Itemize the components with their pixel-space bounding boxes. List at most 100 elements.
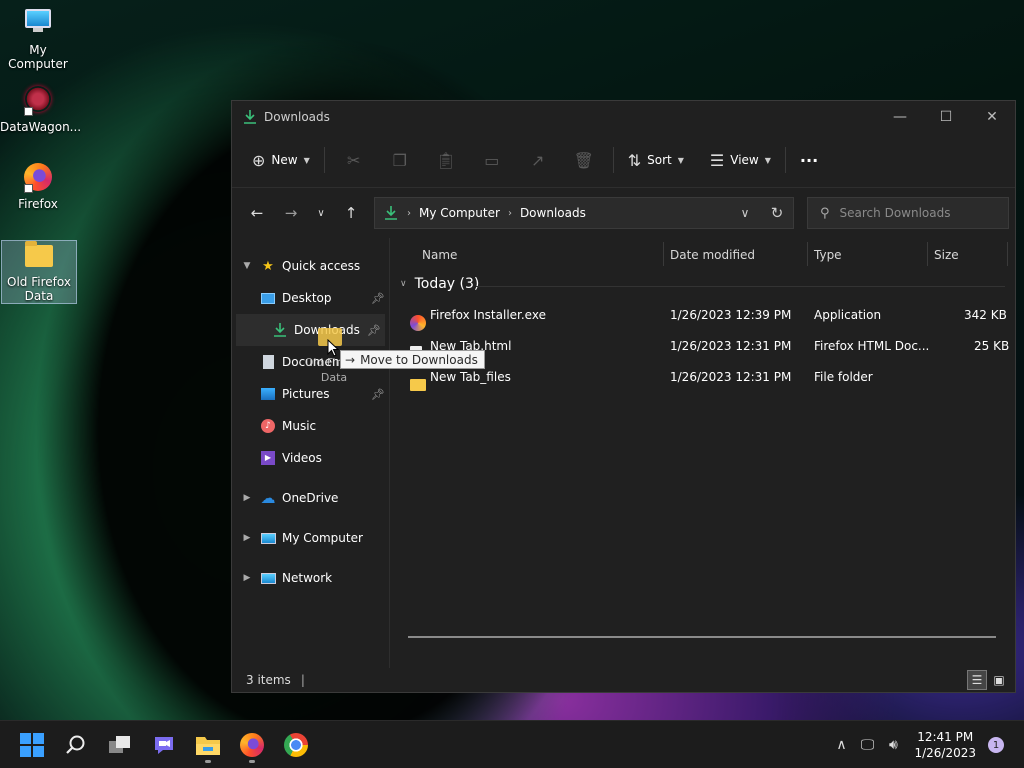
chevron-down-icon: ▼: [764, 155, 771, 165]
minimize-button[interactable]: —: [877, 101, 923, 133]
share-icon[interactable]: ↗: [515, 144, 561, 176]
maximize-button[interactable]: ☐: [923, 101, 969, 133]
desktop-icon-datawagon[interactable]: DataWagon...: [0, 84, 81, 134]
nav-label: Pictures: [282, 387, 330, 401]
running-indicator: [249, 759, 255, 763]
firefox-icon: [240, 732, 264, 757]
nav-label: Network: [282, 571, 333, 585]
clock[interactable]: 12:41 PM 1/26/2023: [914, 729, 976, 761]
file-explorer-taskbar-button[interactable]: [186, 725, 230, 765]
download-icon: [244, 110, 256, 124]
divider: [323, 147, 325, 173]
pin-icon: 📌︎: [371, 387, 385, 401]
desktop-icon: [260, 290, 276, 306]
drag-tooltip: → Move to Downloads: [340, 350, 485, 369]
column-type[interactable]: Type: [814, 248, 842, 262]
column-date[interactable]: Date modified: [670, 248, 755, 262]
notification-badge[interactable]: 1: [988, 737, 1004, 753]
refresh-icon[interactable]: ↻: [761, 204, 793, 222]
delete-icon[interactable]: 🗑︎: [561, 144, 607, 176]
chevron-right-icon[interactable]: ▶: [240, 493, 254, 503]
pin-icon: 📌︎: [371, 291, 385, 305]
horizontal-scrollbar[interactable]: [408, 636, 996, 638]
desktop-icon-firefox[interactable]: Firefox: [0, 162, 76, 211]
large-icons-view-button[interactable]: ▣: [989, 670, 1009, 690]
cut-icon[interactable]: ✂: [331, 144, 377, 176]
column-size[interactable]: Size: [934, 248, 959, 262]
chevron-right-icon: ›: [407, 207, 411, 219]
view-icon: ☰: [709, 150, 725, 170]
chevron-down-icon: ▼: [303, 155, 310, 165]
rename-icon[interactable]: ▭: [469, 144, 515, 176]
desktop-icon-old-firefox-data[interactable]: Old Firefox Data: [1, 240, 77, 304]
search-box[interactable]: ⚲ Search Downloads: [807, 197, 1009, 229]
file-type: File folder: [814, 370, 873, 384]
chat-button[interactable]: [142, 725, 186, 765]
nav-my-computer[interactable]: ▶ My Computer: [232, 522, 389, 554]
chevron-right-icon: ›: [507, 207, 512, 219]
chevron-down-icon[interactable]: ▼: [240, 261, 254, 271]
chevron-right-icon[interactable]: ▶: [240, 573, 254, 583]
item-count: 3 items: [246, 673, 291, 687]
start-button[interactable]: [10, 725, 54, 765]
nav-music[interactable]: ♪ Music: [232, 410, 389, 442]
column-name[interactable]: Name: [422, 248, 457, 262]
table-row[interactable]: New Tab.html 1/26/2023 12:31 PM Firefox …: [408, 331, 1015, 361]
sort-button[interactable]: ⇅ Sort ▼: [620, 144, 692, 176]
document-icon: [260, 354, 276, 370]
music-icon: ♪: [260, 418, 276, 434]
download-icon: [274, 323, 286, 337]
breadcrumb-my-computer[interactable]: My Computer: [419, 206, 500, 220]
nav-videos[interactable]: ▶ Videos: [232, 442, 389, 474]
arrow-right-icon: →: [345, 352, 356, 367]
window-title: Downloads: [264, 110, 330, 124]
task-view-button[interactable]: [98, 725, 142, 765]
star-icon: ★: [262, 258, 274, 274]
table-row[interactable]: Firefox Installer.exe 1/26/2023 12:39 PM…: [408, 300, 1015, 331]
drag-tooltip-text: Move to Downloads: [360, 352, 478, 367]
desktop-icon-my-computer[interactable]: My Computer: [0, 6, 76, 71]
nav-label: Videos: [282, 451, 322, 465]
back-button[interactable]: ←: [240, 198, 274, 228]
details-view-button[interactable]: ☰: [967, 670, 987, 690]
forward-button[interactable]: →: [274, 198, 308, 228]
chrome-taskbar-button[interactable]: [274, 725, 318, 765]
running-indicator: [205, 759, 211, 763]
view-button[interactable]: ☰ View ▼: [702, 144, 779, 176]
up-button[interactable]: ↑: [334, 198, 368, 228]
chevron-right-icon[interactable]: ▶: [240, 533, 254, 543]
close-button[interactable]: ✕: [969, 101, 1015, 133]
copy-icon[interactable]: ❐: [377, 144, 423, 176]
nav-desktop[interactable]: Desktop 📌︎: [232, 282, 389, 314]
divider: [784, 147, 786, 173]
status-separator: |: [300, 673, 305, 687]
paste-icon[interactable]: 📋︎: [423, 144, 469, 176]
sort-label: Sort: [647, 153, 672, 167]
new-button[interactable]: ⊕ New ▼: [244, 144, 318, 176]
nav-quick-access[interactable]: ▼ ★ Quick access: [232, 250, 389, 282]
divider: [476, 286, 1005, 287]
firefox-taskbar-button[interactable]: [230, 725, 274, 765]
volume-icon[interactable]: 🔊︎: [880, 737, 906, 753]
more-options-button[interactable]: ···: [792, 144, 826, 176]
group-header-today[interactable]: ∨ Today (3): [400, 276, 479, 292]
nav-downloads[interactable]: Downloads 📌︎: [236, 314, 385, 346]
navigation-pane: ▼ ★ Quick access Desktop 📌︎ Downloads 📌︎…: [232, 238, 390, 668]
address-bar[interactable]: › My Computer › Downloads ∨ ↻: [374, 197, 794, 229]
search-button[interactable]: [54, 725, 98, 765]
chevron-up-icon[interactable]: ∧: [828, 737, 854, 753]
task-view-icon: [109, 735, 130, 753]
network-status-icon[interactable]: 🖵︎: [854, 737, 880, 753]
recent-locations-button[interactable]: ∨: [308, 198, 334, 228]
nav-network[interactable]: ▶ Network: [232, 562, 389, 594]
address-dropdown-icon[interactable]: ∨: [729, 206, 761, 220]
folder-icon: [410, 369, 426, 391]
system-tray: ∧ 🖵︎ 🔊︎ 12:41 PM 1/26/2023 1: [828, 721, 1024, 768]
table-row[interactable]: New Tab_files 1/26/2023 12:31 PM File fo…: [408, 362, 1015, 392]
breadcrumb-downloads[interactable]: Downloads: [520, 206, 586, 220]
pin-icon: 📌︎: [367, 323, 381, 337]
title-bar[interactable]: Downloads — ☐ ✕: [232, 101, 1015, 133]
taskbar: ∧ 🖵︎ 🔊︎ 12:41 PM 1/26/2023 1: [0, 720, 1024, 768]
nav-onedrive[interactable]: ▶ ☁ OneDrive: [232, 482, 389, 514]
cloud-icon: ☁: [260, 489, 276, 507]
